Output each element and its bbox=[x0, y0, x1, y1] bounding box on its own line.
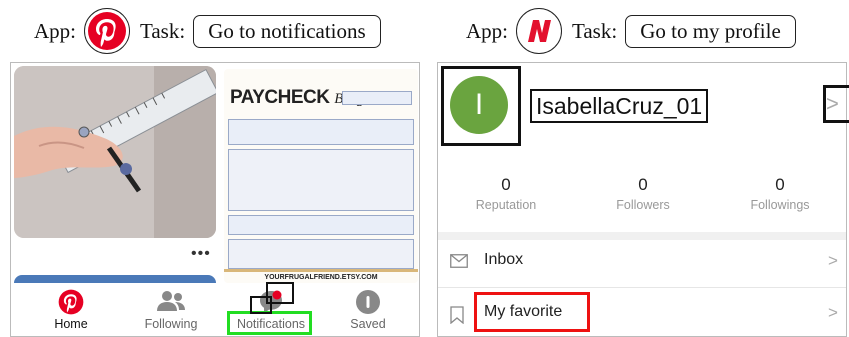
app-label: App: bbox=[34, 18, 76, 43]
right-task-header: App: Task: Go to my profile bbox=[436, 0, 849, 62]
pin-image-paycheck-budget[interactable]: PAYCHECK Budget YOURFRUGALFRIEND.ETSY.CO… bbox=[224, 69, 418, 283]
nav-home-label: Home bbox=[54, 317, 88, 331]
stat-value: 0 bbox=[501, 175, 511, 194]
pinterest-app-icon bbox=[84, 8, 130, 54]
profile-icon bbox=[355, 289, 381, 320]
stat-label: Reputation bbox=[475, 198, 537, 212]
nav-home[interactable]: Home bbox=[21, 283, 121, 336]
menu-row-label: My favorite bbox=[484, 303, 563, 320]
task-description: Go to my profile bbox=[625, 14, 796, 48]
stat-label: Followings bbox=[750, 198, 810, 212]
envelope-icon bbox=[450, 254, 468, 273]
chevron-right-icon: > bbox=[828, 303, 838, 322]
stat-value: 0 bbox=[775, 175, 785, 194]
nav-saved-label: Saved bbox=[350, 317, 386, 331]
task-description: Go to notifications bbox=[193, 14, 381, 48]
left-task-header: App: Task: Go to notifications bbox=[0, 0, 420, 62]
nav-notifications-label: Notifications bbox=[236, 317, 306, 331]
app-label: App: bbox=[466, 18, 508, 43]
menu-row-label: Inbox bbox=[484, 251, 524, 268]
nav-following[interactable]: Following bbox=[121, 283, 221, 336]
pinterest-screen: ••• PAYCHECK Budget YOURFRUGALFRIEND.ETS… bbox=[10, 62, 420, 337]
username[interactable]: IsabellaCruz_01 bbox=[530, 89, 709, 123]
profile-screen: I IsabellaCruz_01 > 0 Reputation 0 Follo… bbox=[437, 62, 847, 337]
profile-header[interactable]: I IsabellaCruz_01 > bbox=[438, 63, 846, 149]
stat-followers[interactable]: 0 Followers bbox=[575, 175, 711, 212]
speech-bubble-icon bbox=[258, 289, 284, 320]
pinterest-logo-icon bbox=[58, 289, 84, 320]
people-icon bbox=[156, 289, 186, 318]
stat-reputation[interactable]: 0 Reputation bbox=[438, 175, 574, 212]
nav-saved[interactable]: Saved bbox=[318, 283, 418, 336]
chevron-right-icon: > bbox=[828, 251, 838, 270]
stat-value: 0 bbox=[638, 175, 648, 194]
nav-notifications[interactable]: Notifications bbox=[221, 283, 321, 336]
task-label: Task: bbox=[140, 18, 186, 43]
bookmark-icon bbox=[450, 306, 464, 329]
stat-followings[interactable]: 0 Followings bbox=[712, 175, 846, 212]
pin-paycheck-footer: YOURFRUGALFRIEND.ETSY.COM bbox=[224, 269, 418, 283]
more-options-icon[interactable]: ••• bbox=[191, 245, 211, 263]
avatar[interactable]: I bbox=[450, 76, 508, 134]
pin-image-partial[interactable] bbox=[14, 275, 216, 283]
menu-row-my-favorite[interactable]: My favorite > bbox=[438, 288, 846, 336]
stat-label: Followers bbox=[616, 198, 670, 212]
nav-following-label: Following bbox=[144, 317, 198, 331]
pin-image-ruler[interactable] bbox=[14, 66, 216, 238]
news-app-icon bbox=[516, 8, 562, 54]
chevron-right-icon[interactable]: > bbox=[826, 91, 839, 117]
menu-row-inbox[interactable]: Inbox > bbox=[438, 236, 846, 288]
bottom-nav: Home Following Notifications Saved bbox=[11, 283, 419, 336]
task-label: Task: bbox=[572, 18, 618, 43]
